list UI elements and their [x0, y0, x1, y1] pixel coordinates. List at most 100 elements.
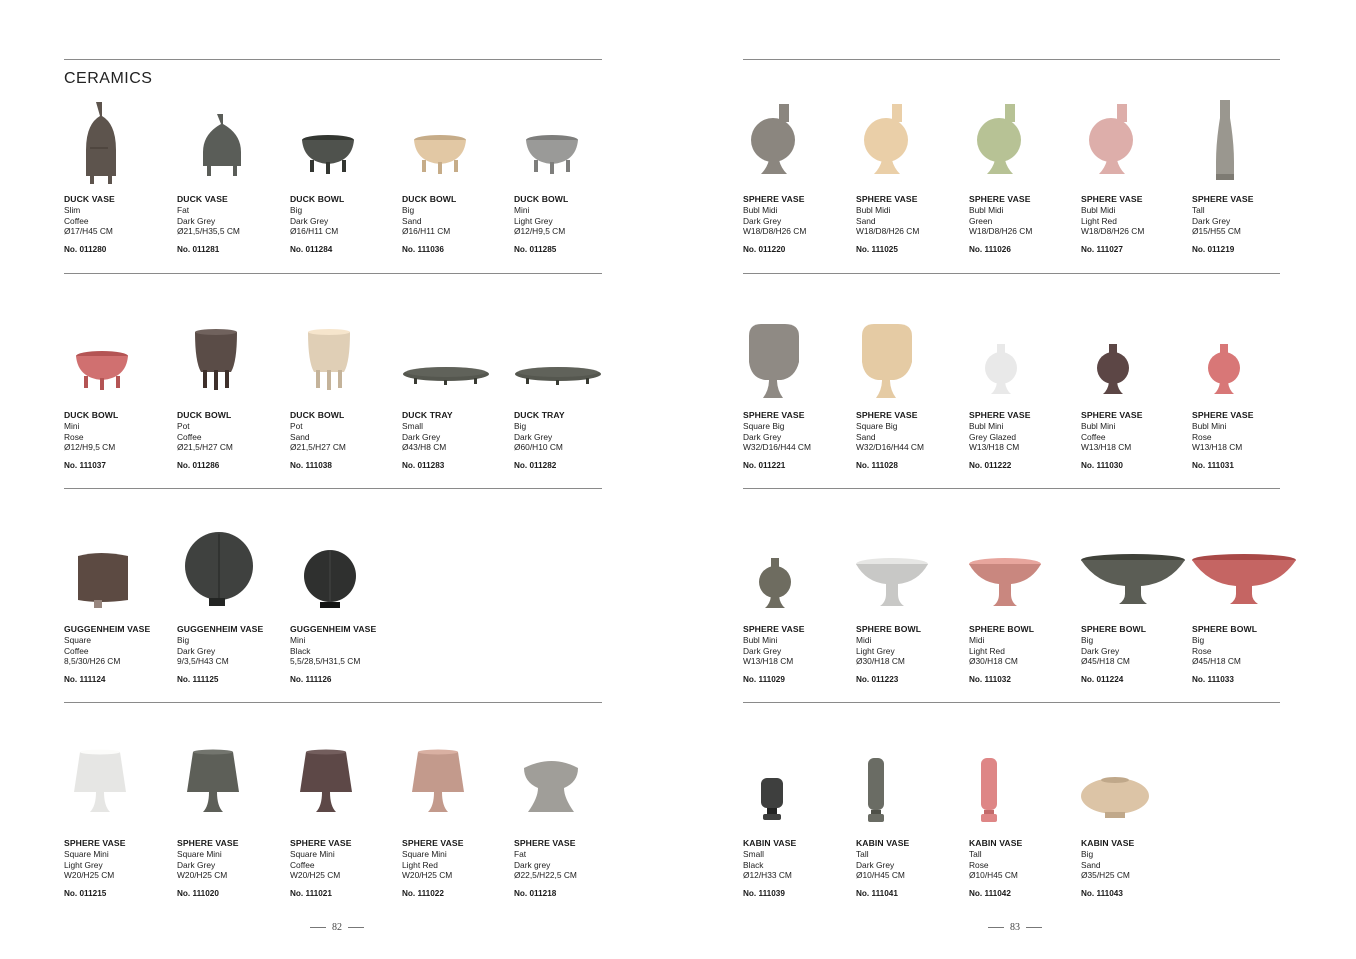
product-name: DUCK BOWL: [402, 194, 457, 204]
product-color: Dark Grey: [1081, 645, 1120, 656]
product-variant: Small: [743, 849, 764, 859]
product-variant: Tall: [856, 849, 869, 859]
product-info: DUCK BOWL Big Sand Ø16/H11 CM No. 111036: [402, 194, 522, 254]
page-number-dash: [988, 927, 1004, 928]
product-info: DUCK BOWL Pot Sand Ø21,5/H27 CM No. 1110…: [290, 410, 410, 470]
product-color: Sand: [856, 431, 876, 442]
product-size: W32/D16/H44 CM: [856, 442, 924, 453]
product-variant: Mini: [64, 421, 80, 431]
product-info: SPHERE VASE Bubl Mini Grey Glazed W13/H1…: [969, 410, 1089, 470]
product-size: Ø12/H9,5 CM: [64, 442, 116, 453]
product-info: DUCK BOWL Pot Coffee Ø21,5/H27 CM No. 01…: [177, 410, 297, 470]
product-variant: Tall: [969, 849, 982, 859]
product-number: No. 111042: [969, 888, 1011, 898]
product-image: [402, 100, 514, 192]
product-image: [856, 100, 968, 192]
product-color: Coffee: [1081, 431, 1106, 442]
sphere-bowl-big-illustration: [1081, 554, 1185, 604]
product-variant: Slim: [64, 205, 81, 215]
product-info: SPHERE VASE Bubl Midi Sand W18/D8/H26 CM…: [856, 194, 976, 254]
product-info: GUGGENHEIM VASE Big Dark Grey 9/3,5/H43 …: [177, 624, 297, 684]
product-variant: Square Mini: [64, 849, 109, 859]
product-number: No. 011283: [402, 460, 445, 470]
product-info: SPHERE VASE Bubl Mini Coffee W13/H18 CM …: [1081, 410, 1201, 470]
product-info: SPHERE VASE Square Mini Coffee W20/H25 C…: [290, 838, 410, 898]
product-name: DUCK BOWL: [290, 410, 345, 420]
product-name: GUGGENHEIM VASE: [64, 624, 151, 634]
product-size: 9/3,5/H43 CM: [177, 656, 229, 667]
product-variant: Bubl Midi: [969, 205, 1004, 215]
product-size: W18/D8/H26 CM: [1081, 226, 1145, 237]
product-info: SPHERE VASE Bubl Midi Green W18/D8/H26 C…: [969, 194, 1089, 254]
product-variant: Square Mini: [177, 849, 222, 859]
product-number: No. 111125: [177, 674, 219, 684]
product-name: DUCK BOWL: [514, 194, 569, 204]
product-color: Dark Grey: [856, 859, 895, 870]
product-number: No. 011280: [64, 244, 107, 254]
product-number: No. 111126: [290, 674, 332, 684]
duck-bowl-illustration: [302, 135, 354, 174]
product-info: DUCK BOWL Mini Light Grey Ø12/H9,5 CM No…: [514, 194, 634, 254]
sphere-square-big-illustration: [749, 324, 799, 398]
gugg-round-illustration: [185, 532, 253, 606]
product-image: [743, 316, 855, 408]
product-variant: Square Big: [743, 421, 785, 431]
kabin-small-illustration: [761, 778, 783, 820]
product-variant: Big: [1081, 635, 1094, 645]
product-size: Ø15/H55 CM: [1192, 226, 1241, 237]
product-size: W20/H25 CM: [177, 870, 228, 881]
product-size: W20/H25 CM: [402, 870, 453, 881]
product-info: SPHERE VASE Bubl Midi Dark Grey W18/D8/H…: [743, 194, 863, 254]
product-info: SPHERE VASE Bubl Midi Light Red W18/D8/H…: [1081, 194, 1201, 254]
product-color: Sand: [290, 431, 310, 442]
sphere-bubl-illustration: [751, 104, 795, 174]
product-size: Ø17/H45 CM: [64, 226, 113, 237]
product-size: W18/D8/H26 CM: [743, 226, 807, 237]
product-number: No. 111037: [64, 460, 106, 470]
product-info: SPHERE VASE Square Mini Dark Grey W20/H2…: [177, 838, 297, 898]
product-number: No. 011220: [743, 244, 786, 254]
product-size: Ø12/H33 CM: [743, 870, 792, 881]
product-color: Light Grey: [64, 859, 103, 870]
product-color: Dark Grey: [177, 215, 216, 226]
product-info: GUGGENHEIM VASE Mini Black 5,5/28,5/H31,…: [290, 624, 410, 684]
page-number: 83: [1010, 922, 1020, 933]
product-size: Ø30/H18 CM: [969, 656, 1018, 667]
product-variant: Midi: [856, 635, 872, 645]
product-color: Coffee: [290, 859, 315, 870]
product-info: SPHERE BOWL Midi Light Grey Ø30/H18 CM N…: [856, 624, 976, 684]
product-number: No. 011219: [1192, 244, 1235, 254]
product-number: No. 011281: [177, 244, 220, 254]
product-size: Ø45/H18 CM: [1192, 656, 1241, 667]
product-image: [1192, 316, 1304, 408]
product-image: [290, 100, 402, 192]
product-size: W13/H18 CM: [1192, 442, 1243, 453]
product-name: GUGGENHEIM VASE: [177, 624, 264, 634]
product-name: SPHERE VASE: [514, 838, 576, 848]
product-name: KABIN VASE: [969, 838, 1023, 848]
product-color: Dark Grey: [514, 431, 553, 442]
product-image: [290, 742, 402, 834]
product-color: Rose: [1192, 431, 1212, 442]
product-name: KABIN VASE: [743, 838, 797, 848]
sphere-bubl-illustration: [1089, 104, 1133, 174]
duck-bowl-illustration: [76, 351, 128, 390]
product-variant: Mini: [290, 635, 306, 645]
product-number: No. 011222: [969, 460, 1012, 470]
product-name: DUCK TRAY: [402, 410, 453, 420]
product-image: [177, 742, 289, 834]
product-info: DUCK TRAY Small Dark Grey Ø43/H8 CM No. …: [402, 410, 522, 470]
sphere-square-mini-illustration: [412, 749, 464, 812]
sphere-square-mini-illustration: [187, 749, 239, 812]
product-image: [402, 742, 514, 834]
product-image: [514, 316, 626, 408]
product-size: Ø21,5/H27 CM: [177, 442, 233, 453]
product-name: SPHERE VASE: [856, 194, 918, 204]
row-divider: [64, 702, 602, 703]
product-color: Black: [290, 645, 311, 656]
product-number: No. 111029: [743, 674, 785, 684]
product-number: No. 111038: [290, 460, 332, 470]
tray-illustration: [515, 367, 601, 385]
sphere-bowl-big-illustration: [1192, 554, 1296, 604]
product-size: Ø45/H18 CM: [1081, 656, 1130, 667]
